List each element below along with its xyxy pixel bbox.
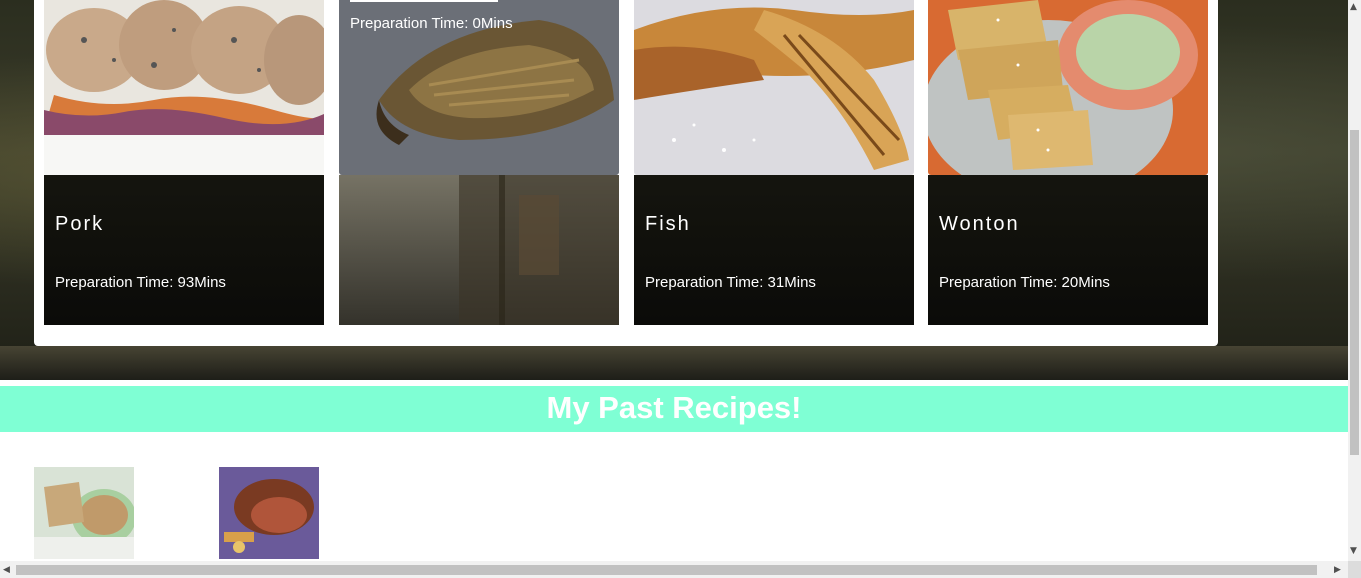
horizontal-scrollbar[interactable]: ◀ ▶	[0, 561, 1348, 578]
scroll-down-icon[interactable]: ▼	[1350, 546, 1357, 556]
card-info	[339, 175, 619, 325]
recipe-card-wonton[interactable]: Wonton Preparation Time: 20Mins	[928, 0, 1208, 325]
title-underline	[350, 0, 498, 2]
recipe-cards-panel: Pork Preparation Time: 93Mins Preparatio…	[34, 0, 1218, 346]
recipe-card-fish[interactable]: Fish Preparation Time: 31Mins	[634, 0, 914, 325]
fried-fish-image[interactable]	[634, 0, 914, 175]
recipe-card-casserole[interactable]: Preparation Time: 0Mins	[339, 0, 619, 325]
hero-background: Pork Preparation Time: 93Mins Preparatio…	[0, 0, 1348, 380]
card-info: Fish Preparation Time: 31Mins	[634, 175, 914, 325]
section-title: My Past Recipes!	[546, 390, 802, 425]
card-info: Pork Preparation Time: 93Mins	[44, 175, 324, 325]
card-info: Wonton Preparation Time: 20Mins	[928, 175, 1208, 325]
card-title: Pork	[55, 213, 105, 235]
past-recipes-header: My Past Recipes!	[0, 386, 1348, 432]
vertical-scrollbar[interactable]: ▲ ▼	[1348, 0, 1361, 561]
wonton-chips-image[interactable]	[928, 0, 1208, 175]
scrollbar-corner	[1348, 561, 1361, 578]
pork-chops-image[interactable]	[44, 0, 324, 175]
card-title: Wonton	[939, 213, 1020, 235]
horizontal-scroll-thumb[interactable]	[16, 565, 1317, 575]
recipe-card-pork[interactable]: Pork Preparation Time: 93Mins	[44, 0, 324, 325]
scroll-up-icon[interactable]: ▲	[1350, 2, 1357, 12]
card-title: Fish	[645, 213, 691, 235]
casserole-image[interactable]: Preparation Time: 0Mins	[339, 0, 619, 175]
scroll-right-icon[interactable]: ▶	[1334, 565, 1341, 575]
vertical-scroll-thumb[interactable]	[1350, 130, 1359, 455]
cereal-bowl-image[interactable]	[34, 467, 134, 559]
card-prep-time: Preparation Time: 0Mins	[350, 15, 513, 32]
card-prep-time: Preparation Time: 31Mins	[645, 274, 816, 291]
card-prep-time: Preparation Time: 20Mins	[939, 274, 1110, 291]
hero-floor-stripe	[0, 346, 1348, 380]
scroll-left-icon[interactable]: ◀	[3, 565, 10, 575]
roast-beef-image[interactable]	[219, 467, 319, 559]
card-prep-time: Preparation Time: 93Mins	[55, 274, 226, 291]
